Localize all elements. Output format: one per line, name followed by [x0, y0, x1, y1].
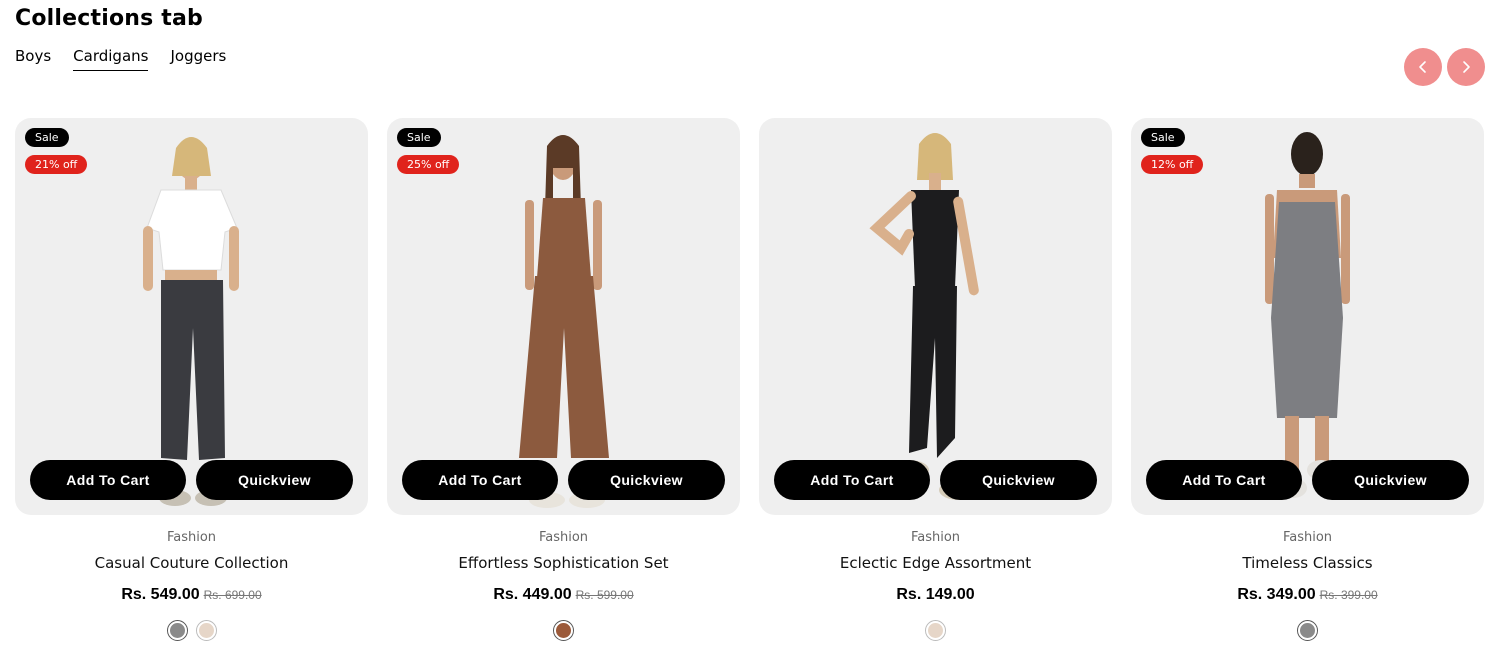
product-vendor: Fashion — [538, 530, 589, 545]
product-image — [519, 135, 609, 508]
add-to-cart-button[interactable]: Add To Cart — [402, 460, 558, 500]
sale-badge: Sale — [1141, 128, 1185, 147]
product-price: Rs. 349.00 — [1237, 586, 1316, 603]
discount-badge: 25% off — [397, 155, 460, 174]
product-media[interactable]: Sale 25% off Add To Cart Quickview — [387, 118, 740, 515]
color-swatch[interactable] — [195, 620, 217, 641]
add-to-cart-button[interactable]: Add To Cart — [774, 460, 930, 500]
product-price: Rs. 149.00 — [896, 586, 975, 603]
tab-cardigans[interactable]: Cardigans — [73, 47, 149, 71]
compare-price: Rs. 699.00 — [203, 588, 262, 602]
chevron-right-icon — [1463, 61, 1470, 73]
add-to-cart-button[interactable]: Add To Cart — [30, 460, 186, 500]
sale-badge: Sale — [25, 128, 69, 147]
product-media[interactable]: Sale 21% off Add To Cart Quickview — [15, 118, 368, 515]
discount-badge: 12% off — [1141, 155, 1204, 174]
tab-boys[interactable]: Boys — [15, 47, 51, 71]
discount-badge: 21% off — [25, 155, 88, 174]
product-card: Sale 25% off Add To Cart Quickview Fashi… — [387, 118, 740, 641]
product-price: Rs. 449.00 — [493, 586, 572, 603]
collection-tabs: Boys Cardigans Joggers — [15, 47, 226, 71]
product-title[interactable]: Timeless Classics — [1131, 554, 1484, 572]
product-image — [869, 133, 979, 500]
quickview-button[interactable]: Quickview — [568, 460, 725, 500]
product-vendor: Fashion — [1282, 530, 1333, 545]
product-title[interactable]: Eclectic Edge Assortment — [759, 554, 1112, 572]
color-swatch[interactable] — [925, 620, 946, 641]
compare-price: Rs. 399.00 — [1319, 588, 1378, 602]
page-title: Collections tab — [15, 6, 204, 31]
product-image — [143, 137, 239, 506]
product-media[interactable]: Sale 12% off Add To Cart Quickview — [1131, 118, 1484, 515]
carousel-prev-button[interactable] — [1404, 48, 1442, 86]
compare-price: Rs. 599.00 — [575, 588, 634, 602]
carousel-next-button[interactable] — [1447, 48, 1485, 86]
product-media[interactable]: Add To Cart Quickview — [759, 118, 1112, 515]
chevron-left-icon — [1419, 61, 1426, 73]
color-swatch[interactable] — [1297, 620, 1318, 641]
product-grid: Sale 21% off Add To Cart Quickview Fashi… — [15, 118, 1484, 641]
product-vendor: Fashion — [166, 530, 217, 545]
product-vendor: Fashion — [910, 530, 961, 545]
quickview-button[interactable]: Quickview — [1312, 460, 1469, 500]
tab-joggers[interactable]: Joggers — [170, 47, 226, 71]
color-swatch[interactable] — [553, 620, 574, 641]
color-swatch[interactable] — [166, 620, 188, 641]
product-image — [1265, 132, 1350, 498]
add-to-cart-button[interactable]: Add To Cart — [1146, 460, 1302, 500]
sale-badge: Sale — [397, 128, 441, 147]
quickview-button[interactable]: Quickview — [940, 460, 1097, 500]
product-card: Sale 12% off Add To Cart Quickview Fashi… — [1131, 118, 1484, 641]
product-title[interactable]: Casual Couture Collection — [15, 554, 368, 572]
product-card: Sale 21% off Add To Cart Quickview Fashi… — [15, 118, 368, 641]
product-card: Add To Cart Quickview Fashion Eclectic E… — [759, 118, 1112, 641]
product-price: Rs. 549.00 — [121, 586, 200, 603]
product-title[interactable]: Effortless Sophistication Set — [387, 554, 740, 572]
quickview-button[interactable]: Quickview — [196, 460, 353, 500]
